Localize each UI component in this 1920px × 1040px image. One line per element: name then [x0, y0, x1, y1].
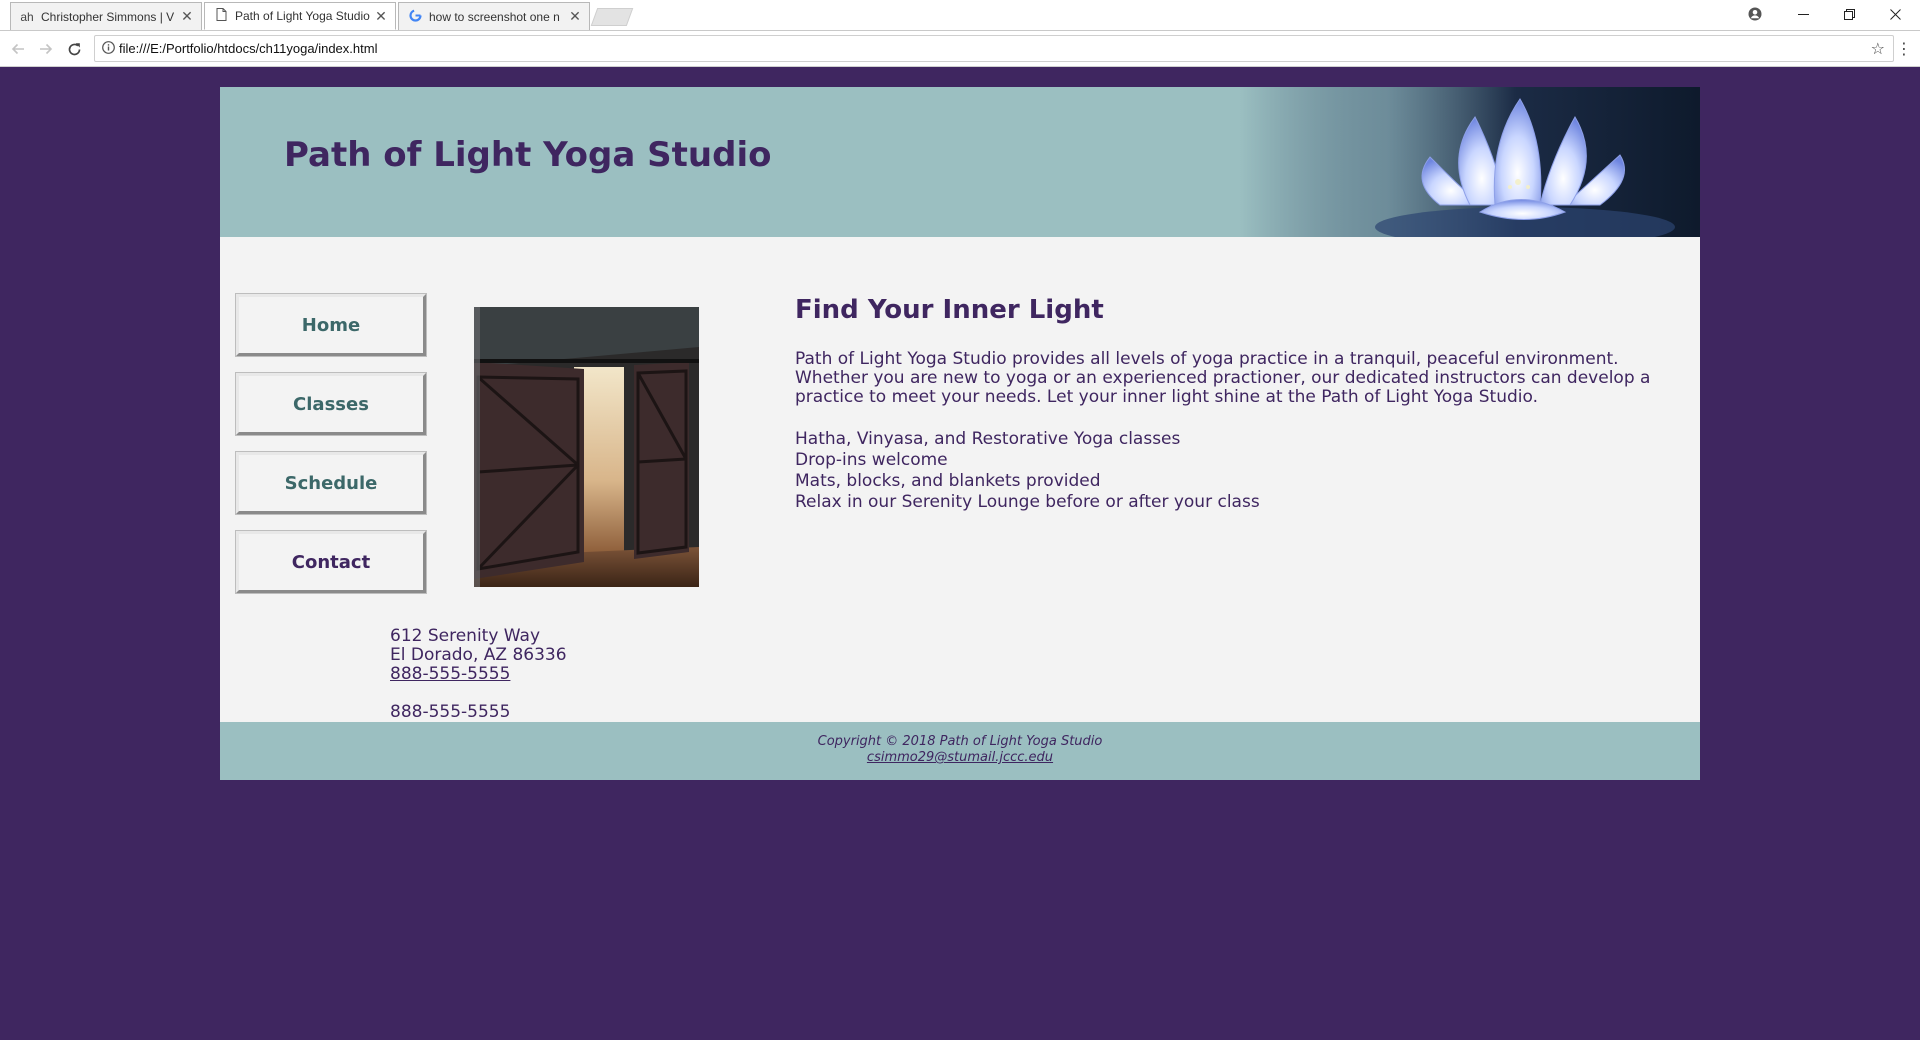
- nav-schedule-button[interactable]: Schedule: [235, 451, 427, 515]
- close-icon[interactable]: ✕: [567, 8, 583, 25]
- back-icon[interactable]: [6, 37, 30, 61]
- tab-google-search[interactable]: how to screenshot one n ✕: [398, 2, 590, 30]
- address-street: 612 Serenity Way: [390, 626, 541, 646]
- page-wrapper: Path of Light Yoga Studio Home Classes S…: [220, 87, 1700, 780]
- info-icon[interactable]: [97, 40, 119, 57]
- tab-title: Path of Light Yoga Studio: [235, 9, 370, 23]
- features-list: Hatha, Vinyasa, and Restorative Yoga cla…: [795, 429, 1675, 513]
- document-icon: [213, 8, 229, 24]
- phone-text: 888-555-5555: [390, 702, 511, 722]
- address-bar[interactable]: file:///E:/Portfolio/htdocs/ch11yoga/ind…: [94, 35, 1894, 62]
- page-footer: Copyright © 2018 Path of Light Yoga Stud…: [220, 722, 1700, 780]
- forward-icon[interactable]: [34, 37, 58, 61]
- main-heading: Find Your Inner Light: [795, 295, 1104, 325]
- new-tab-button[interactable]: [590, 8, 634, 26]
- browser-tab-bar: ah Christopher Simmons | V ✕ Path of Lig…: [0, 0, 1920, 31]
- intro-paragraph: Path of Light Yoga Studio provides all l…: [795, 349, 1651, 407]
- tab-title: how to screenshot one n: [429, 9, 560, 24]
- google-icon: [407, 8, 423, 25]
- window-close-icon[interactable]: [1872, 0, 1918, 28]
- close-icon[interactable]: ✕: [373, 8, 389, 25]
- restore-icon[interactable]: [1826, 0, 1872, 28]
- lotus-image: [1240, 87, 1700, 237]
- tab-title: Christopher Simmons | V: [41, 9, 175, 24]
- nav-home-button[interactable]: Home: [235, 293, 427, 357]
- list-item: Drop-ins welcome: [795, 450, 948, 470]
- phone-link[interactable]: 888-555-5555: [390, 664, 510, 684]
- studio-door-photo: [474, 307, 699, 587]
- header-banner: Path of Light Yoga Studio: [220, 87, 1700, 237]
- menu-icon[interactable]: ⋮: [1896, 38, 1912, 60]
- tab-path-of-light[interactable]: Path of Light Yoga Studio ✕: [204, 2, 396, 30]
- profile-icon[interactable]: [1732, 0, 1778, 28]
- reload-icon[interactable]: [62, 37, 86, 61]
- site-title: Path of Light Yoga Studio: [284, 135, 772, 175]
- minimize-icon[interactable]: [1780, 0, 1826, 28]
- list-item: Hatha, Vinyasa, and Restorative Yoga cla…: [795, 429, 1181, 449]
- copyright-text: Copyright © 2018 Path of Light Yoga Stud…: [817, 734, 1103, 749]
- browser-toolbar: file:///E:/Portfolio/htdocs/ch11yoga/ind…: [0, 31, 1920, 67]
- tab-favicon: ah: [20, 9, 34, 24]
- tab-christopher-simmons[interactable]: ah Christopher Simmons | V ✕: [10, 2, 202, 30]
- email-link[interactable]: csimmo29@stumail.jccc.edu: [867, 750, 1053, 765]
- list-item: Relax in our Serenity Lounge before or a…: [795, 492, 1260, 512]
- list-item: Mats, blocks, and blankets provided: [795, 471, 1101, 491]
- nav-classes-button[interactable]: Classes: [235, 372, 427, 436]
- contact-info: 612 Serenity Way El Dorado, AZ 86336 888…: [390, 627, 567, 722]
- close-icon[interactable]: ✕: [179, 8, 195, 25]
- nav-contact-button[interactable]: Contact: [235, 530, 427, 594]
- url-text[interactable]: file:///E:/Portfolio/htdocs/ch11yoga/ind…: [119, 41, 377, 56]
- bookmark-star-icon[interactable]: ☆: [1871, 39, 1885, 58]
- main-content: Find Your Inner Light Path of Light Yoga…: [795, 295, 1675, 513]
- address-city: El Dorado, AZ 86336: [390, 645, 567, 665]
